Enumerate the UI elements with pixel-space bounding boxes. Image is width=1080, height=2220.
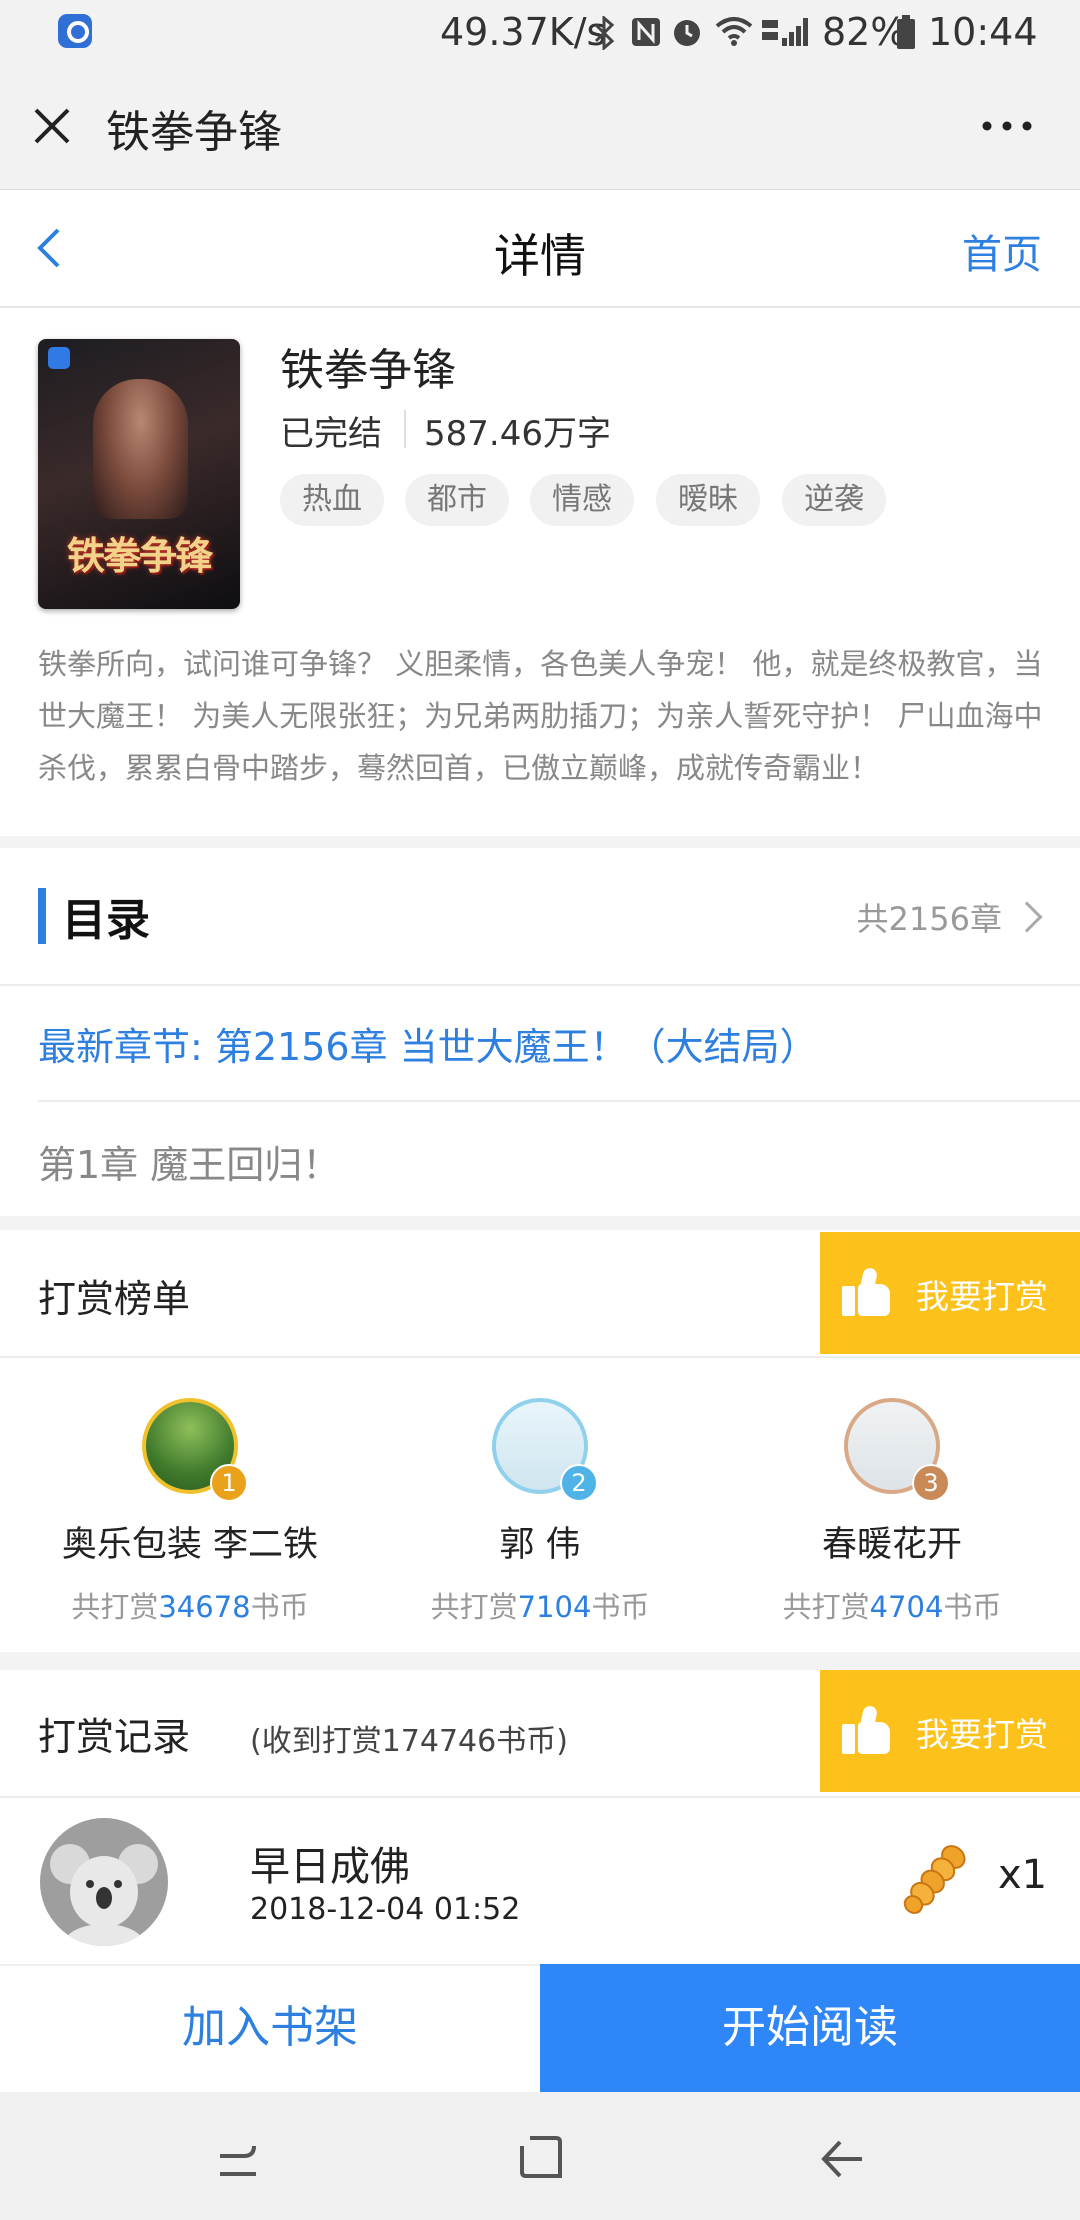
reward-button-label: 我要打赏 [916, 1715, 1048, 1754]
book-status: 已完结 [280, 414, 382, 454]
amount-prefix: 共打赏 [71, 1590, 159, 1624]
book-cover[interactable]: 铁拳争锋 [38, 339, 240, 609]
bronze-medal-icon: 3 [912, 1464, 950, 1502]
reward-records-summary: (收到打赏174746书币) [250, 1724, 568, 1759]
silver-medal-icon: 2 [560, 1464, 598, 1502]
nfc-icon [632, 18, 660, 46]
page-title: 详情 [494, 229, 586, 283]
reward-records-title: 打赏记录 [38, 1715, 191, 1759]
rank-amount: 共打赏4704书币 [712, 1584, 1072, 1626]
cover-title: 铁拳争锋 [66, 534, 213, 578]
page-nav-bar: 详情 首页 [0, 190, 1080, 308]
back-arrow-icon[interactable] [818, 2136, 866, 2182]
record-user-name: 早日成佛 [250, 1844, 410, 1890]
amount-unit: 书币 [250, 1590, 309, 1624]
amount-value: 7104 [517, 1590, 592, 1624]
home-square-icon[interactable] [518, 2134, 562, 2180]
battery-icon [897, 15, 915, 49]
bluetooth-icon [594, 16, 615, 50]
close-icon[interactable] [32, 106, 72, 146]
record-time: 2018-12-04 01:52 [250, 1892, 521, 1927]
battery-percent: 82% [822, 10, 907, 54]
clock: 10:44 [928, 10, 1038, 54]
latest-chapter-link[interactable]: 最新章节: 第2156章 当世大魔王！（大结局） [38, 1016, 818, 1071]
wifi-icon [715, 17, 753, 46]
divider [0, 1796, 1080, 1798]
network-speed: 49.37K/s [440, 10, 607, 54]
thumbs-up-icon [842, 1704, 890, 1754]
tag[interactable]: 逆袭 [782, 474, 886, 526]
amount-value: 4704 [869, 1590, 944, 1624]
section-divider [0, 836, 1080, 848]
reward-rank-title: 打赏榜单 [38, 1277, 191, 1321]
webview-top-bar: 铁拳争锋 [0, 66, 1080, 190]
record-gift-count: x1 [998, 1852, 1048, 1898]
tag[interactable]: 热血 [280, 474, 384, 526]
amount-prefix: 共打赏 [782, 1590, 870, 1624]
amount-prefix: 共打赏 [430, 1590, 518, 1624]
twisted-bread-icon [903, 1845, 966, 1914]
gold-medal-icon: 1 [210, 1464, 248, 1502]
rank-amount: 共打赏34678书币 [10, 1584, 370, 1626]
book-description: 铁拳所向，试问谁可争锋？ 义胆柔情，各色美人争宠！ 他，就是终极教官，当世大魔王… [38, 647, 1043, 785]
webview-title: 铁拳争锋 [106, 107, 282, 158]
divider [0, 984, 1080, 986]
amount-value: 34678 [158, 1590, 251, 1624]
section-divider [0, 1652, 1080, 1670]
amount-unit: 书币 [943, 1590, 1002, 1624]
divider [404, 410, 406, 448]
reward-button[interactable]: 我要打赏 [820, 1670, 1080, 1792]
start-reading-button[interactable]: 开始阅读 [540, 1964, 1080, 2092]
reward-button-label: 我要打赏 [916, 1277, 1048, 1316]
reward-button[interactable]: 我要打赏 [820, 1232, 1080, 1354]
divider [0, 1356, 1080, 1358]
tag[interactable]: 情感 [530, 474, 634, 526]
catalog-chapter-count[interactable]: 共2156章 [857, 894, 1002, 940]
signal-icon [762, 18, 808, 46]
rank-name: 奥乐包装 李二铁 [61, 1525, 319, 1565]
section-divider [0, 1216, 1080, 1230]
rank-name: 郭 伟 [499, 1525, 581, 1565]
thumbs-up-icon [842, 1266, 890, 1316]
status-bar: 49.37K/s 82% 10:44 [0, 0, 1080, 66]
section-marker [38, 888, 46, 944]
first-chapter-link[interactable]: 第1章 魔王回归！ [38, 1134, 340, 1189]
more-icon[interactable] [980, 118, 1034, 134]
cover-figure [93, 379, 188, 519]
add-to-shelf-button[interactable]: 加入书架 [0, 1964, 540, 2092]
app-notification-icon [58, 14, 92, 48]
alarm-icon [674, 20, 700, 46]
recent-apps-icon[interactable] [214, 2136, 262, 2182]
catalog-title: 目录 [62, 895, 150, 946]
koala-avatar-icon [40, 1818, 168, 1946]
divider [38, 1100, 1080, 1102]
cover-badge-icon [48, 347, 70, 369]
book-title: 铁拳争锋 [280, 345, 456, 396]
rank-amount: 共打赏7104书币 [360, 1584, 720, 1626]
tag[interactable]: 都市 [405, 474, 509, 526]
book-word-count: 587.46万字 [424, 414, 611, 454]
chevron-right-icon[interactable] [1011, 901, 1043, 933]
tag[interactable]: 暧昧 [656, 474, 760, 526]
system-nav-bar [0, 2092, 1080, 2220]
amount-unit: 书币 [591, 1590, 650, 1624]
home-link[interactable]: 首页 [962, 222, 1042, 280]
rank-name: 春暖花开 [821, 1525, 962, 1565]
